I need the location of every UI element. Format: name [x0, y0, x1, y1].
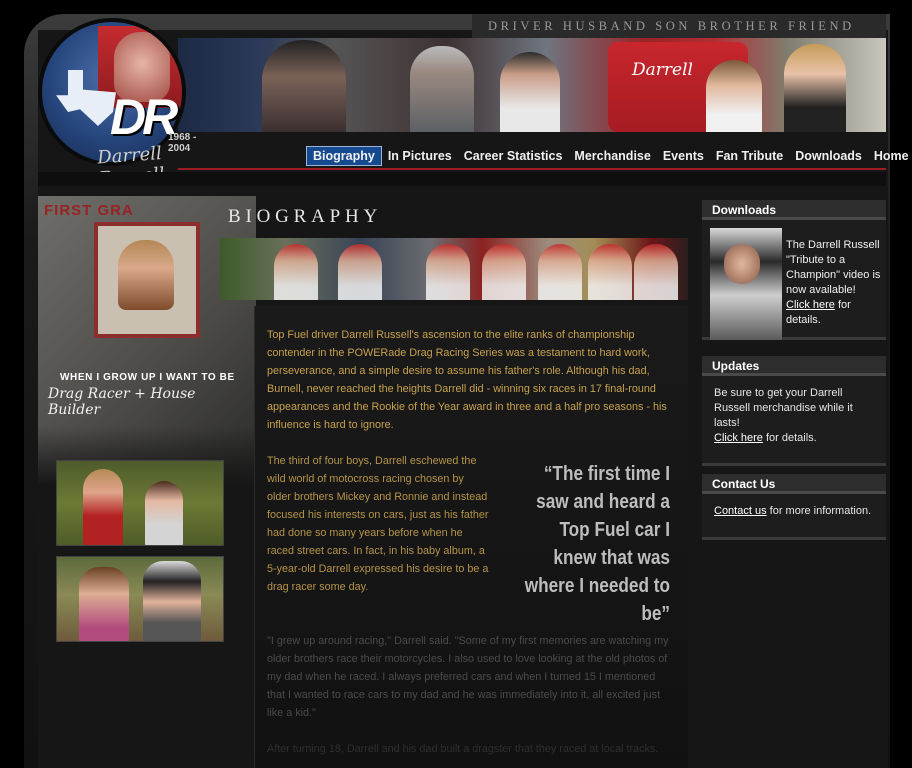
photo-child-3: [79, 567, 129, 641]
bio-paragraph-2: The third of four boys, Darrell eschewed…: [267, 455, 489, 593]
bio-paragraph-4: After turning 18, Darrell and his dad bu…: [267, 743, 659, 755]
contact-body: Contact us for more information.: [702, 494, 886, 527]
main-nav: Biography In Pictures Career Statistics …: [300, 146, 912, 166]
downloads-title: Downloads: [712, 203, 783, 217]
downloads-link[interactable]: Click here: [786, 299, 835, 311]
updates-suffix: for details.: [762, 432, 817, 444]
banner-face: [274, 244, 318, 300]
banner-face: [426, 244, 470, 300]
nav-downloads[interactable]: Downloads: [789, 147, 868, 165]
pull-quote: “The first time I saw and heard a Top Fu…: [524, 463, 670, 625]
nav-career-statistics[interactable]: Career Statistics: [458, 147, 569, 165]
updates-title: Updates: [712, 359, 766, 373]
banner-face: [482, 244, 526, 300]
photo-child-1: [83, 469, 123, 545]
childhood-photo-1: [56, 460, 224, 546]
nav-biography[interactable]: Biography: [306, 146, 382, 166]
downloads-photo-face: [724, 244, 760, 284]
grow-up-caption: WHEN I GROW UP I WANT TO BE: [60, 372, 235, 383]
photo-child-4: [143, 561, 201, 641]
banner-car-name: Darrell: [632, 60, 693, 80]
updates-tab: Updates: [702, 356, 886, 376]
childhood-photo-2: [56, 556, 224, 642]
downloads-tab: Downloads: [702, 200, 886, 220]
updates-link[interactable]: Click here: [714, 432, 763, 444]
banner-face: [338, 244, 382, 300]
contact-title: Contact Us: [712, 477, 782, 491]
updates-box: Updates Be sure to get your Darrell Russ…: [702, 356, 886, 466]
banner-face: [588, 244, 632, 300]
banner-photo-child-2: [784, 44, 846, 132]
photo-child-2: [145, 481, 183, 545]
contact-tab: Contact Us: [702, 474, 886, 494]
banner-face: [538, 244, 582, 300]
updates-body: Be sure to get your Darrell Russell merc…: [702, 376, 886, 454]
banner-photo-driver-helmet: [262, 40, 346, 132]
bio-paragraph-1: Top Fuel driver Darrell Russell's ascens…: [267, 329, 667, 431]
downloads-photo[interactable]: [710, 228, 782, 340]
banner-face: [634, 244, 678, 300]
nav-home[interactable]: Home: [868, 147, 912, 165]
logo-initials: DR: [110, 89, 178, 145]
page-title: BIOGRAPHY: [228, 206, 383, 227]
contact-box: Contact Us Contact us for more informati…: [702, 474, 886, 540]
nav-events[interactable]: Events: [657, 147, 710, 165]
nav-merchandise[interactable]: Merchandise: [568, 147, 656, 165]
nav-in-pictures[interactable]: In Pictures: [382, 147, 458, 165]
contact-suffix: for more information.: [766, 505, 872, 517]
banner-photo-man: [500, 52, 560, 132]
nav-divider: [178, 168, 886, 170]
site-logo[interactable]: DR 1968 - 2004 Darrell Russell: [28, 14, 198, 189]
downloads-text: The Darrell Russell "Tribute to a Champi…: [786, 238, 882, 328]
scrapbook-title: FIRST GRA: [44, 202, 134, 219]
banner-photo-child: [706, 60, 762, 132]
handwritten-answer: Drag Racer + House Builder: [48, 386, 196, 418]
bio-paragraph-3: "I grew up around racing," Darrell said.…: [267, 635, 669, 719]
downloads-box: Downloads The Darrell Russell "Tribute t…: [702, 200, 886, 340]
header-tagline: DRIVER HUSBAND SON BROTHER FRIEND: [472, 14, 886, 38]
biography-photo-banner: [220, 238, 688, 300]
header-bottom-bar: [38, 172, 886, 186]
nav-fan-tribute[interactable]: Fan Tribute: [710, 147, 789, 165]
banner-photo-crew-member: [410, 46, 474, 132]
contact-link[interactable]: Contact us: [714, 505, 767, 517]
school-photo-child: [118, 240, 174, 310]
updates-description: Be sure to get your Darrell Russell merc…: [714, 387, 853, 429]
downloads-description: The Darrell Russell "Tribute to a Champi…: [786, 239, 881, 296]
school-photo: [94, 222, 200, 338]
header-photo-banner: Darrell: [178, 38, 886, 132]
